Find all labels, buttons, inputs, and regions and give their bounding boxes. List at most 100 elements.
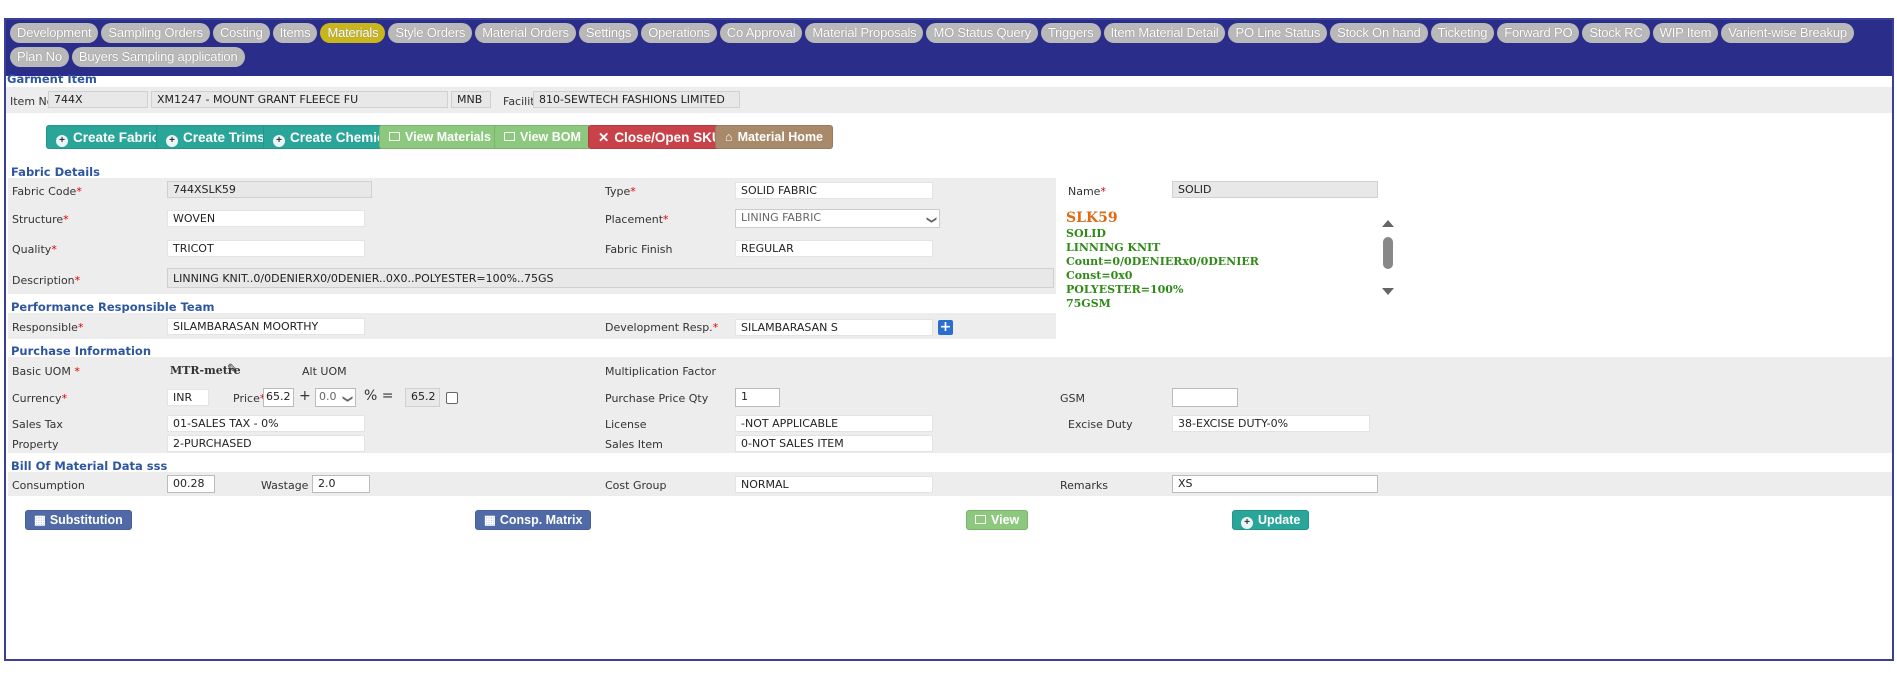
scroll-up-icon[interactable] (1382, 220, 1394, 227)
tab-stock-rc[interactable]: Stock RC (1582, 23, 1650, 43)
tab-settings[interactable]: Settings (578, 23, 639, 43)
sales-tax-field[interactable]: 01-SALES TAX - 0% (167, 415, 365, 432)
pencil-icon[interactable]: ✎ (227, 362, 238, 377)
tab-triggers[interactable]: Triggers (1040, 23, 1101, 43)
tab-items[interactable]: Items (272, 23, 318, 43)
material-home-button[interactable]: ⌂ Material Home (715, 125, 834, 149)
description-label: Description* (12, 274, 81, 287)
sales-item-label: Sales Item (605, 438, 663, 451)
view-materials-label: View Materials (405, 130, 491, 144)
sales-item-field[interactable]: 0-NOT SALES ITEM (735, 435, 933, 452)
tab-materials[interactable]: Materials (320, 23, 386, 43)
create-trims-label: Create Trims (183, 130, 265, 145)
tab-item-material-detail[interactable]: Item Material Detail (1103, 23, 1226, 43)
placement-select[interactable]: LINING FABRIC ❯ (735, 209, 940, 228)
type-label-text: Type (605, 185, 631, 198)
remarks-field[interactable]: XS (1172, 475, 1378, 493)
tab-mo-status-query[interactable]: MO Status Query (926, 23, 1038, 43)
placement-value: LINING FABRIC (741, 211, 822, 224)
garment-section-title: Garment Item (7, 72, 97, 86)
scroll-down-icon[interactable] (1382, 288, 1394, 295)
create-fabric-label: Create Fabric (73, 130, 160, 145)
chevron-down-icon: ❯ (925, 215, 937, 225)
update-label: Update (1258, 513, 1301, 527)
description-field[interactable]: LINNING KNIT..0/0DENIERX0/0DENIER..0X0..… (167, 268, 1054, 288)
info-scrollbar[interactable] (1380, 215, 1396, 297)
tab-co-approval[interactable]: Co Approval (719, 23, 803, 43)
license-field[interactable]: -NOT APPLICABLE (735, 415, 933, 432)
tab-stock-on-hand[interactable]: Stock On hand (1330, 23, 1428, 43)
price-checkbox[interactable] (446, 392, 458, 404)
facility-field[interactable]: 810-SEWTECH FASHIONS LIMITED (533, 91, 740, 108)
view-button[interactable]: View (966, 510, 1029, 530)
plus-circle-icon: + (56, 135, 68, 147)
substitution-label: Substitution (49, 513, 123, 527)
view-materials-button[interactable]: View Materials (379, 125, 501, 149)
item-code-field[interactable]: MNB (451, 91, 491, 108)
quality-field[interactable]: TRICOT (167, 240, 365, 257)
type-field[interactable]: SOLID FABRIC (735, 182, 933, 199)
tab-operations[interactable]: Operations (641, 23, 717, 43)
create-fabric-button[interactable]: + Create Fabric (46, 125, 170, 149)
tab-costing[interactable]: Costing (212, 23, 270, 43)
license-label: License (605, 418, 647, 431)
item-desc-field[interactable]: XM1247 - MOUNT GRANT FLEECE FU (151, 91, 448, 108)
dev-resp-field[interactable]: SILAMBARASAN S (735, 319, 933, 336)
responsible-field[interactable]: SILAMBARASAN MOORTHY (167, 318, 365, 335)
name-field[interactable]: SOLID (1172, 181, 1378, 198)
tab-material-orders[interactable]: Material Orders (475, 23, 576, 43)
add-icon[interactable]: + (938, 320, 953, 335)
currency-field[interactable]: INR (167, 389, 209, 406)
tab-plan-no[interactable]: Plan No (10, 47, 69, 67)
scroll-thumb[interactable] (1383, 237, 1393, 269)
excise-field[interactable]: 38-EXCISE DUTY-0% (1172, 415, 1370, 432)
grid-icon: ▦ (34, 513, 46, 527)
grid-icon: ▦ (484, 513, 496, 527)
fabric-finish-label: Fabric Finish (605, 243, 673, 256)
tab-wip-item[interactable]: WIP Item (1652, 23, 1719, 43)
tab-forward-po[interactable]: Forward PO (1497, 23, 1580, 43)
tab-material-proposals[interactable]: Material Proposals (805, 23, 924, 43)
tab-ticketing[interactable]: Ticketing (1430, 23, 1495, 43)
price-field[interactable]: 65.2 (263, 388, 294, 407)
top-nav: Development Sampling Orders Costing Items Ma… (6, 20, 1892, 76)
percent-select[interactable]: 0.0 ❯ (315, 388, 356, 407)
tab-development[interactable]: Development (10, 23, 99, 43)
consumption-field[interactable]: 00.28 (167, 475, 215, 493)
currency-label: Currency* (12, 392, 68, 405)
chevron-down-icon: ❯ (341, 394, 353, 404)
tab-varient-wise-breakup[interactable]: Varient-wise Breakup (1721, 23, 1854, 43)
responsible-label: Responsible* (12, 321, 84, 334)
consp-matrix-button[interactable]: ▦ Consp. Matrix (475, 510, 592, 530)
dev-resp-label: Development Resp.* (605, 321, 719, 334)
structure-field[interactable]: WOVEN (167, 210, 365, 227)
fabric-section-title: Fabric Details (11, 165, 100, 179)
fabric-finish-field[interactable]: REGULAR (735, 240, 933, 257)
ppq-field[interactable]: 1 (735, 388, 780, 407)
fabric-code-label: Fabric Code* (12, 185, 82, 198)
consp-matrix-label: Consp. Matrix (499, 513, 583, 527)
alt-uom-label: Alt UOM (302, 365, 347, 378)
view-label: View (991, 513, 1020, 527)
consumption-label: Consumption (12, 479, 85, 492)
placement-label-text: Placement (605, 213, 664, 226)
fabric-code-field[interactable]: 744XSLK59 (167, 181, 372, 198)
create-trims-button[interactable]: + Create Trims (156, 125, 275, 149)
view-bom-button[interactable]: View BOM (494, 125, 591, 149)
close-open-sku-button[interactable]: ✕ Close/Open SKU (588, 125, 732, 149)
tab-buyers-sampling-application[interactable]: Buyers Sampling application (71, 47, 245, 67)
sales-tax-label: Sales Tax (12, 418, 63, 431)
wastage-field[interactable]: 2.0 (312, 475, 370, 493)
update-button[interactable]: + Update (1232, 510, 1310, 530)
property-field[interactable]: 2-PURCHASED (167, 435, 365, 452)
main-frame: Development Sampling Orders Costing Items Ma… (4, 18, 1894, 661)
price-label-text: Price (233, 392, 260, 405)
type-label: Type* (605, 185, 636, 198)
substitution-button[interactable]: ▦ Substitution (25, 510, 132, 530)
tab-style-orders[interactable]: Style Orders (388, 23, 473, 43)
tab-po-line-status[interactable]: PO Line Status (1228, 23, 1328, 43)
item-no-field[interactable]: 744X (48, 91, 148, 108)
tab-sampling-orders[interactable]: Sampling Orders (101, 23, 210, 43)
gsm-field[interactable] (1172, 388, 1238, 407)
cost-group-field[interactable]: NORMAL (735, 476, 933, 493)
